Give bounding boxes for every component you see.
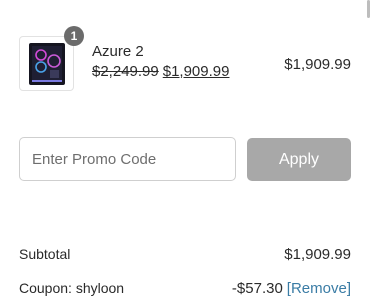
sale-price: $1,909.99 <box>162 63 230 80</box>
pc-case-image <box>28 42 65 85</box>
subtotal-value: $1,909.99 <box>284 246 351 263</box>
product-thumbnail[interactable] <box>19 36 74 91</box>
coupon-label: Coupon: shyloon <box>19 280 125 296</box>
subtotal-label: Subtotal <box>19 246 71 262</box>
remove-coupon-link[interactable]: [Remove] <box>287 280 351 297</box>
product-price-row: $2,249.99 $1,909.99 <box>92 63 229 80</box>
quantity-badge: 1 <box>64 26 84 46</box>
promo-code-input[interactable] <box>19 137 236 181</box>
line-total: $1,909.99 <box>284 56 351 73</box>
cart-summary-page: 1 Azure 2 $2,249.99$1,909.99 $1,909.99 A… <box>0 0 370 305</box>
original-price: $2,249.99 <box>92 63 159 80</box>
coupon-discount: -$57.30 <box>231 280 283 297</box>
cart-line-item: 1 Azure 2 $2,249.99 $1,909.99 $1,909.99 <box>19 26 351 92</box>
coupon-value-group: -$57.30 [Remove] <box>232 280 351 297</box>
product-name[interactable]: Azure 2 <box>92 43 144 60</box>
apply-button[interactable]: Apply <box>247 138 351 181</box>
